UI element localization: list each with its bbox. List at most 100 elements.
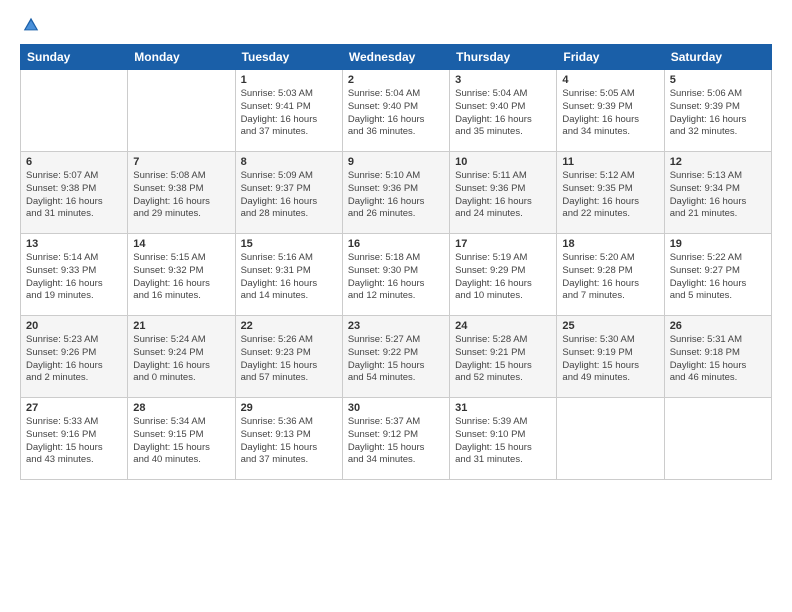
day-detail: Sunrise: 5:24 AM Sunset: 9:24 PM Dayligh… xyxy=(133,334,229,385)
day-detail: Sunrise: 5:12 AM Sunset: 9:35 PM Dayligh… xyxy=(562,170,658,221)
weekday-header-sunday: Sunday xyxy=(21,45,128,70)
day-cell: 25 Sunrise: 5:30 AM Sunset: 9:19 PM Dayli… xyxy=(557,316,664,398)
day-number: 11 xyxy=(562,156,658,168)
day-detail: Sunrise: 5:04 AM Sunset: 9:40 PM Dayligh… xyxy=(348,88,444,139)
day-cell: 10 Sunrise: 5:11 AM Sunset: 9:36 PM Dayli… xyxy=(450,152,557,234)
day-detail: Sunrise: 5:05 AM Sunset: 9:39 PM Dayligh… xyxy=(562,88,658,139)
day-cell: 24 Sunrise: 5:28 AM Sunset: 9:21 PM Dayli… xyxy=(450,316,557,398)
logo-icon xyxy=(22,16,40,34)
day-cell: 23 Sunrise: 5:27 AM Sunset: 9:22 PM Dayli… xyxy=(342,316,449,398)
day-detail: Sunrise: 5:28 AM Sunset: 9:21 PM Dayligh… xyxy=(455,334,551,385)
day-number: 19 xyxy=(670,238,766,250)
week-row-2: 6Sunrise: 5:07 AM Sunset: 9:38 PM Daylig… xyxy=(21,152,772,234)
day-detail: Sunrise: 5:16 AM Sunset: 9:31 PM Dayligh… xyxy=(241,252,337,303)
day-number: 18 xyxy=(562,238,658,250)
day-detail: Sunrise: 5:18 AM Sunset: 9:30 PM Dayligh… xyxy=(348,252,444,303)
day-detail: Sunrise: 5:19 AM Sunset: 9:29 PM Dayligh… xyxy=(455,252,551,303)
day-detail: Sunrise: 5:08 AM Sunset: 9:38 PM Dayligh… xyxy=(133,170,229,221)
day-number: 5 xyxy=(670,74,766,86)
day-cell: 20 Sunrise: 5:23 AM Sunset: 9:26 PM Dayli… xyxy=(21,316,128,398)
day-detail: Sunrise: 5:39 AM Sunset: 9:10 PM Dayligh… xyxy=(455,416,551,467)
day-cell: 28Sunrise: 5:34 AM Sunset: 9:15 PM Dayli… xyxy=(128,398,235,480)
weekday-header-wednesday: Wednesday xyxy=(342,45,449,70)
day-number: 28 xyxy=(133,402,229,414)
day-cell: 30 Sunrise: 5:37 AM Sunset: 9:12 PM Dayli… xyxy=(342,398,449,480)
day-detail: Sunrise: 5:13 AM Sunset: 9:34 PM Dayligh… xyxy=(670,170,766,221)
day-cell: 3 Sunrise: 5:04 AM Sunset: 9:40 PM Daylig… xyxy=(450,70,557,152)
day-cell: 4 Sunrise: 5:05 AM Sunset: 9:39 PM Daylig… xyxy=(557,70,664,152)
page: SundayMondayTuesdayWednesdayThursdayFrid… xyxy=(0,0,792,612)
day-number: 6 xyxy=(26,156,122,168)
day-cell: 19 Sunrise: 5:22 AM Sunset: 9:27 PM Dayli… xyxy=(664,234,771,316)
day-detail: Sunrise: 5:04 AM Sunset: 9:40 PM Dayligh… xyxy=(455,88,551,139)
day-detail: Sunrise: 5:23 AM Sunset: 9:26 PM Dayligh… xyxy=(26,334,122,385)
day-cell: 29 Sunrise: 5:36 AM Sunset: 9:13 PM Dayli… xyxy=(235,398,342,480)
day-number: 27 xyxy=(26,402,122,414)
day-number: 12 xyxy=(670,156,766,168)
day-cell: 21 Sunrise: 5:24 AM Sunset: 9:24 PM Dayli… xyxy=(128,316,235,398)
day-number: 1 xyxy=(241,74,337,86)
day-cell: 14 Sunrise: 5:15 AM Sunset: 9:32 PM Dayli… xyxy=(128,234,235,316)
day-cell xyxy=(21,70,128,152)
weekday-header-monday: Monday xyxy=(128,45,235,70)
week-row-1: 1 Sunrise: 5:03 AM Sunset: 9:41 PM Daylig… xyxy=(21,70,772,152)
day-detail: Sunrise: 5:27 AM Sunset: 9:22 PM Dayligh… xyxy=(348,334,444,385)
day-number: 16 xyxy=(348,238,444,250)
day-number: 31 xyxy=(455,402,551,414)
day-number: 3 xyxy=(455,74,551,86)
day-number: 23 xyxy=(348,320,444,332)
day-cell: 27 Sunrise: 5:33 AM Sunset: 9:16 PM Dayli… xyxy=(21,398,128,480)
day-detail: Sunrise: 5:11 AM Sunset: 9:36 PM Dayligh… xyxy=(455,170,551,221)
day-number: 24 xyxy=(455,320,551,332)
day-number: 7 xyxy=(133,156,229,168)
day-cell: 11 Sunrise: 5:12 AM Sunset: 9:35 PM Dayli… xyxy=(557,152,664,234)
week-row-5: 27 Sunrise: 5:33 AM Sunset: 9:16 PM Dayli… xyxy=(21,398,772,480)
day-detail: Sunrise: 5:22 AM Sunset: 9:27 PM Dayligh… xyxy=(670,252,766,303)
weekday-header-row: SundayMondayTuesdayWednesdayThursdayFrid… xyxy=(21,45,772,70)
day-detail: Sunrise: 5:36 AM Sunset: 9:13 PM Dayligh… xyxy=(241,416,337,467)
day-detail: Sunrise: 5:31 AM Sunset: 9:18 PM Dayligh… xyxy=(670,334,766,385)
day-number: 10 xyxy=(455,156,551,168)
day-number: 30 xyxy=(348,402,444,414)
day-number: 29 xyxy=(241,402,337,414)
day-cell: 2 Sunrise: 5:04 AM Sunset: 9:40 PM Daylig… xyxy=(342,70,449,152)
day-number: 9 xyxy=(348,156,444,168)
calendar-table: SundayMondayTuesdayWednesdayThursdayFrid… xyxy=(20,44,772,480)
day-cell: 13Sunrise: 5:14 AM Sunset: 9:33 PM Dayli… xyxy=(21,234,128,316)
day-number: 14 xyxy=(133,238,229,250)
day-detail: Sunrise: 5:33 AM Sunset: 9:16 PM Dayligh… xyxy=(26,416,122,467)
day-detail: Sunrise: 5:06 AM Sunset: 9:39 PM Dayligh… xyxy=(670,88,766,139)
day-cell: 6Sunrise: 5:07 AM Sunset: 9:38 PM Daylig… xyxy=(21,152,128,234)
day-cell: 31 Sunrise: 5:39 AM Sunset: 9:10 PM Dayli… xyxy=(450,398,557,480)
day-number: 4 xyxy=(562,74,658,86)
day-cell: 8Sunrise: 5:09 AM Sunset: 9:37 PM Daylig… xyxy=(235,152,342,234)
day-number: 13 xyxy=(26,238,122,250)
weekday-header-thursday: Thursday xyxy=(450,45,557,70)
day-cell: 1 Sunrise: 5:03 AM Sunset: 9:41 PM Daylig… xyxy=(235,70,342,152)
day-detail: Sunrise: 5:37 AM Sunset: 9:12 PM Dayligh… xyxy=(348,416,444,467)
day-number: 21 xyxy=(133,320,229,332)
header xyxy=(20,16,772,34)
day-cell: 16 Sunrise: 5:18 AM Sunset: 9:30 PM Dayli… xyxy=(342,234,449,316)
week-row-4: 20 Sunrise: 5:23 AM Sunset: 9:26 PM Dayli… xyxy=(21,316,772,398)
day-cell: 17 Sunrise: 5:19 AM Sunset: 9:29 PM Dayli… xyxy=(450,234,557,316)
day-cell: 9Sunrise: 5:10 AM Sunset: 9:36 PM Daylig… xyxy=(342,152,449,234)
day-cell: 12 Sunrise: 5:13 AM Sunset: 9:34 PM Dayli… xyxy=(664,152,771,234)
week-row-3: 13Sunrise: 5:14 AM Sunset: 9:33 PM Dayli… xyxy=(21,234,772,316)
day-number: 25 xyxy=(562,320,658,332)
day-number: 8 xyxy=(241,156,337,168)
day-cell: 7 Sunrise: 5:08 AM Sunset: 9:38 PM Daylig… xyxy=(128,152,235,234)
day-cell: 5 Sunrise: 5:06 AM Sunset: 9:39 PM Daylig… xyxy=(664,70,771,152)
day-detail: Sunrise: 5:15 AM Sunset: 9:32 PM Dayligh… xyxy=(133,252,229,303)
weekday-header-saturday: Saturday xyxy=(664,45,771,70)
day-number: 17 xyxy=(455,238,551,250)
logo xyxy=(20,16,40,34)
day-detail: Sunrise: 5:30 AM Sunset: 9:19 PM Dayligh… xyxy=(562,334,658,385)
day-cell: 18Sunrise: 5:20 AM Sunset: 9:28 PM Dayli… xyxy=(557,234,664,316)
day-number: 2 xyxy=(348,74,444,86)
day-detail: Sunrise: 5:03 AM Sunset: 9:41 PM Dayligh… xyxy=(241,88,337,139)
day-detail: Sunrise: 5:26 AM Sunset: 9:23 PM Dayligh… xyxy=(241,334,337,385)
day-number: 15 xyxy=(241,238,337,250)
weekday-header-friday: Friday xyxy=(557,45,664,70)
day-number: 20 xyxy=(26,320,122,332)
